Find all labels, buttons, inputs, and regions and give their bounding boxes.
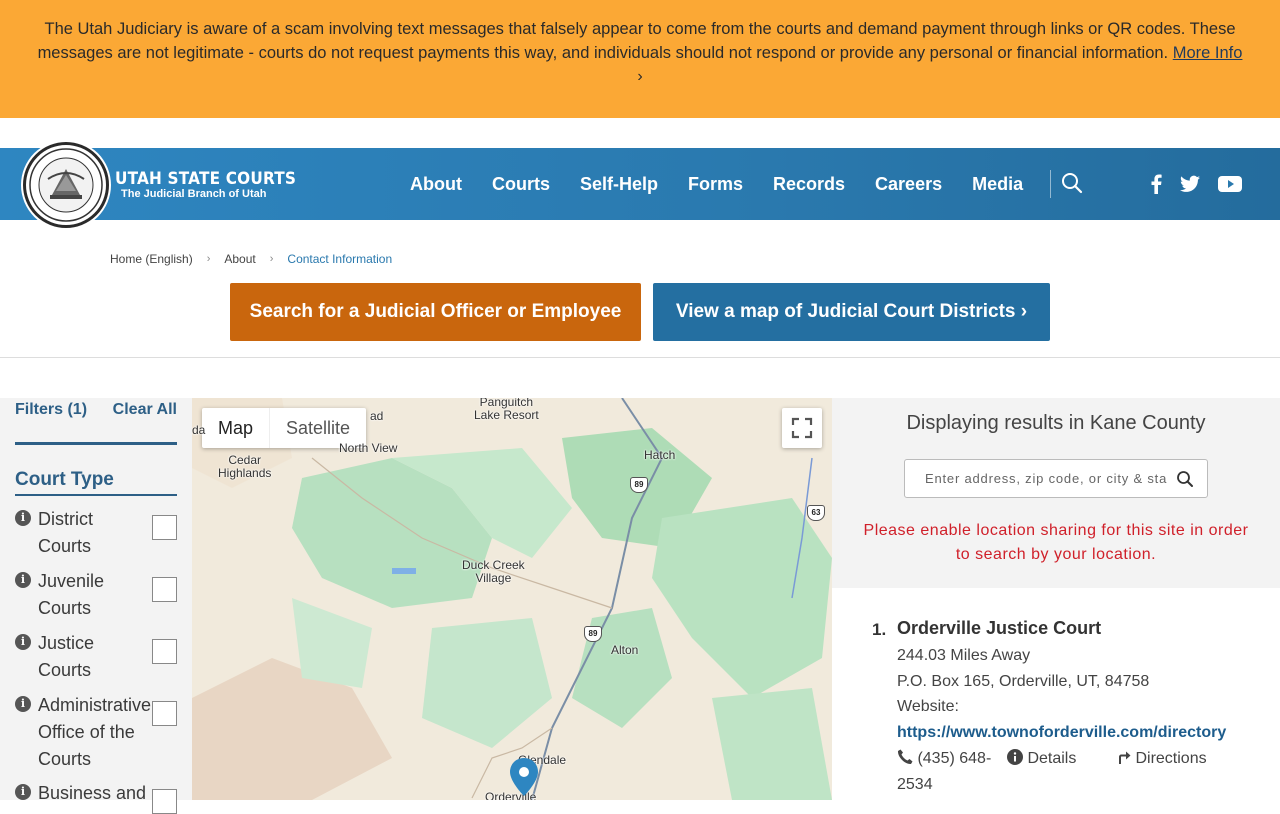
search-icon[interactable] — [1176, 470, 1194, 488]
search-icon[interactable] — [1061, 172, 1083, 194]
district-courts-checkbox[interactable] — [152, 515, 177, 540]
info-icon[interactable]: i — [15, 634, 31, 650]
directions-arrow-icon — [1119, 751, 1131, 764]
filters-panel: Filters (1) Clear All Court Type i Distr… — [0, 398, 192, 814]
website-label: Website: — [897, 698, 959, 715]
filter-label: Justice Courts — [38, 633, 95, 680]
directions-label: Directions — [1135, 749, 1207, 767]
map-label-edge: da — [192, 423, 206, 437]
alert-message: The Utah Judiciary is aware of a scam in… — [37, 20, 1236, 62]
youtube-icon[interactable] — [1218, 174, 1242, 194]
info-icon[interactable]: i — [15, 696, 31, 712]
main-nav: About Courts Self-Help Forms Records Car… — [395, 148, 1065, 220]
seal-icon — [29, 148, 103, 222]
nav-self-help[interactable]: Self-Help — [580, 174, 658, 195]
info-icon — [1007, 748, 1023, 765]
location-warning: Please enable location sharing for this … — [863, 522, 1249, 563]
filter-label: Administrative Office of the Courts — [38, 695, 152, 769]
nav-records[interactable]: Records — [773, 174, 845, 195]
result-actions: (435) 648-2534 Details Directions — [897, 746, 1257, 798]
justice-courts-checkbox[interactable] — [152, 639, 177, 664]
map-label-panguitch-lake: Panguitch Lake Resort — [474, 398, 539, 422]
court-type-underline — [15, 494, 177, 496]
juvenile-courts-checkbox[interactable] — [152, 577, 177, 602]
details-link[interactable]: Details — [1007, 746, 1076, 772]
nav-divider — [1050, 170, 1052, 198]
nav-careers[interactable]: Careers — [875, 174, 942, 195]
phone-link[interactable]: (435) 648-2534 — [897, 746, 1007, 798]
results-title: Displaying results in Kane County — [906, 412, 1206, 434]
court-distance: 244.03 Miles Away — [897, 647, 1031, 664]
site-header: UTAH STATE COURTS The Judicial Branch of… — [0, 142, 1280, 228]
map-label-alton: Alton — [611, 643, 639, 657]
filter-label: District Courts — [38, 509, 93, 556]
breadcrumb: Home (English) › About › Contact Informa… — [110, 252, 392, 266]
section-divider — [0, 357, 1280, 358]
more-info-link[interactable]: More Info — [1173, 44, 1243, 62]
brand-wordmark[interactable]: UTAH STATE COURTS The Judicial Branch of… — [115, 170, 316, 201]
nav-about[interactable]: About — [410, 174, 462, 195]
location-pin-icon[interactable] — [510, 758, 538, 796]
brand-title: UTAH STATE COURTS — [115, 169, 297, 189]
results-header: Displaying results in Kane County Please… — [832, 398, 1280, 588]
breadcrumb-home[interactable]: Home (English) — [110, 252, 193, 266]
search-officer-button[interactable]: Search for a Judicial Officer or Employe… — [230, 283, 641, 341]
filter-label: Juvenile Courts — [38, 571, 105, 618]
details-label: Details — [1027, 749, 1077, 767]
directions-link[interactable]: Directions — [1117, 746, 1207, 772]
info-icon[interactable]: i — [15, 784, 31, 800]
state-seal-logo[interactable] — [23, 142, 109, 228]
us-89-shield-icon: 89 — [584, 626, 602, 642]
info-icon[interactable]: i — [15, 572, 31, 588]
court-map[interactable]: Map Satellite Panguitch Lake Resort ad d… — [192, 398, 832, 800]
fullscreen-button[interactable] — [782, 408, 822, 448]
map-label-road: ad — [370, 409, 384, 423]
map-label-duck-creek: Duck Creek Village — [462, 558, 525, 585]
route-63-shield-icon: 63 — [807, 505, 825, 521]
court-name: Orderville Justice Court — [897, 618, 1102, 638]
nav-courts[interactable]: Courts — [492, 174, 550, 195]
result-number: 1. — [872, 620, 887, 639]
fullscreen-icon — [791, 417, 813, 439]
location-search-input[interactable] — [905, 460, 1167, 497]
court-address: P.O. Box 165, Orderville, UT, 84758 — [897, 672, 1150, 690]
view-districts-map-button[interactable]: View a map of Judicial Court Districts › — [653, 283, 1050, 341]
administrative-office-checkbox[interactable] — [152, 701, 177, 726]
map-label-hatch: Hatch — [644, 448, 676, 462]
filters-header: Filters (1) Clear All — [15, 401, 177, 419]
chevron-right-icon: › — [269, 253, 274, 265]
breadcrumb-current[interactable]: Contact Information — [287, 252, 392, 266]
map-view-button[interactable]: Map — [202, 408, 269, 448]
twitter-icon[interactable] — [1180, 174, 1200, 194]
breadcrumb-about[interactable]: About — [224, 252, 255, 266]
result-item: Orderville Justice Court 244.03 Miles Aw… — [897, 617, 1257, 798]
chevron-right-icon: › — [206, 253, 211, 265]
us-89-shield-icon: 89 — [630, 477, 648, 493]
business-checkbox[interactable] — [152, 789, 177, 814]
nav-media[interactable]: Media — [972, 174, 1023, 195]
map-label-north-view: North View — [339, 441, 398, 455]
info-icon[interactable]: i — [15, 510, 31, 526]
location-search-box — [904, 459, 1208, 498]
filters-count: Filters (1) — [15, 401, 88, 418]
facebook-icon[interactable] — [1149, 174, 1163, 194]
map-label-cedar-highlands: Cedar Highlands — [218, 453, 272, 480]
chevron-right-icon[interactable]: › — [30, 65, 1250, 89]
court-website-link[interactable]: https://www.townoforderville.com/directo… — [897, 720, 1257, 746]
scam-alert-banner: The Utah Judiciary is aware of a scam in… — [0, 0, 1280, 118]
court-type-title: Court Type — [15, 469, 114, 490]
brand-subtitle: The Judicial Branch of Utah — [121, 188, 267, 200]
nav-forms[interactable]: Forms — [688, 174, 743, 195]
clear-all-button[interactable]: Clear All — [113, 401, 177, 419]
filter-label: Business and — [38, 783, 147, 803]
phone-icon — [897, 749, 913, 764]
filters-underline — [15, 442, 177, 445]
map-terrain — [192, 398, 832, 800]
results-panel: Displaying results in Kane County Please… — [832, 398, 1280, 800]
